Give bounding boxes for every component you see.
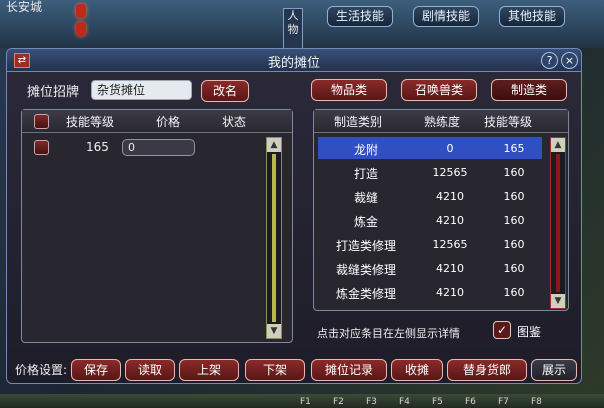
row-craft-category: 龙附 xyxy=(353,143,378,157)
header-proficiency: 熟练度 xyxy=(424,115,461,129)
price-input[interactable]: 0 xyxy=(122,139,195,156)
row-checkbox[interactable] xyxy=(34,140,49,155)
skill-row[interactable]: 炼金类修理 4210 160 xyxy=(318,281,542,303)
window-titlebar[interactable]: ⇄ 我的摊位 ? × xyxy=(7,49,581,72)
row-craft-category: 炼金类修理 xyxy=(335,287,396,301)
city-name-label: 长安城 xyxy=(6,0,43,14)
my-stall-window: ⇄ 我的摊位 ? × 摊位招牌 杂货摊位 改名 物品类 召唤兽类 制造类 技能等… xyxy=(6,48,582,384)
row-skill-level: 160 xyxy=(503,214,525,227)
row-craft-category: 打造 xyxy=(353,167,378,181)
story-skills-button[interactable]: 剧情技能 xyxy=(413,6,480,27)
row-proficiency: 4210 xyxy=(436,262,464,275)
hotkey-label[interactable]: F7 xyxy=(498,397,509,407)
details-hint: 点击对应条目在左侧显示详情 xyxy=(317,327,460,340)
hotkey-label[interactable]: F4 xyxy=(399,397,410,407)
showcase-button[interactable]: 展示 xyxy=(531,359,577,381)
row-proficiency: 12565 xyxy=(432,166,468,179)
scroll-up-icon[interactable]: ▲ xyxy=(551,138,565,152)
scroll-track[interactable] xyxy=(272,154,276,322)
row-proficiency: 12565 xyxy=(432,238,468,251)
save-button[interactable]: 保存 xyxy=(71,359,121,381)
lantern-decoration xyxy=(76,4,86,18)
price-settings-label: 价格设置: xyxy=(15,363,68,377)
skill-row[interactable]: 龙附 0 165 xyxy=(318,137,542,159)
select-all-checkbox[interactable] xyxy=(34,114,49,129)
skill-row[interactable]: 打造类修理 12565 160 xyxy=(318,233,542,255)
stall-sign-label: 摊位招牌 xyxy=(27,85,80,100)
row-craft-category: 裁缝 xyxy=(353,191,378,205)
row-proficiency: 4210 xyxy=(436,214,464,227)
skill-row[interactable]: 裁缝 4210 160 xyxy=(318,185,542,207)
row-skill-level: 160 xyxy=(503,286,525,299)
lantern-decoration xyxy=(76,22,86,36)
skills-header: 制造类别 熟练度 技能等级 xyxy=(314,110,568,133)
proxy-vendor-button[interactable]: 替身货郎 xyxy=(447,359,527,381)
row-proficiency: 4210 xyxy=(436,286,464,299)
hotkey-label[interactable]: F8 xyxy=(531,397,542,407)
header-skill-level: 技能等级 xyxy=(66,115,115,129)
row-proficiency: 0 xyxy=(446,142,454,155)
side-tab-character[interactable]: 人物 xyxy=(283,8,303,52)
scroll-up-icon[interactable]: ▲ xyxy=(267,138,281,152)
row-skill-level: 160 xyxy=(503,262,525,275)
other-skills-button[interactable]: 其他技能 xyxy=(499,6,566,27)
header-skill-level: 技能等级 xyxy=(484,115,533,129)
hotkey-label[interactable]: F1 xyxy=(300,397,311,407)
row-craft-category: 裁缝类修理 xyxy=(335,263,396,277)
tab-items[interactable]: 物品类 xyxy=(311,79,387,101)
row-skill-level: 165 xyxy=(86,140,109,154)
row-proficiency: 4210 xyxy=(436,190,464,203)
header-price: 价格 xyxy=(156,115,181,129)
row-skill-level: 160 xyxy=(503,238,525,251)
hotkey-label[interactable]: F5 xyxy=(432,397,443,407)
listing-header: 技能等级 价格 状态 xyxy=(22,110,292,133)
life-skills-button[interactable]: 生活技能 xyxy=(327,6,394,27)
list-item-button[interactable]: 上架 xyxy=(179,359,239,381)
stall-log-button[interactable]: 摊位记录 xyxy=(311,359,387,381)
header-status: 状态 xyxy=(222,115,247,129)
album-label: 图鉴 xyxy=(517,325,542,339)
header-craft-category: 制造类别 xyxy=(334,115,383,129)
load-button[interactable]: 读取 xyxy=(125,359,175,381)
tab-crafting[interactable]: 制造类 xyxy=(491,79,567,101)
skill-row[interactable]: 裁缝类修理 4210 160 xyxy=(318,257,542,279)
album-checkbox[interactable]: ✓ xyxy=(493,321,511,339)
row-skill-level: 165 xyxy=(503,142,525,155)
scroll-down-icon[interactable]: ▼ xyxy=(551,294,565,308)
row-skill-level: 160 xyxy=(503,166,525,179)
scroll-track[interactable] xyxy=(556,154,560,292)
stall-sign-field[interactable]: 杂货摊位 xyxy=(91,80,192,100)
delist-button[interactable]: 下架 xyxy=(245,359,305,381)
skill-row[interactable]: 打造 12565 160 xyxy=(318,161,542,183)
hotkey-label[interactable]: F3 xyxy=(366,397,377,407)
hotkey-label[interactable]: F2 xyxy=(333,397,344,407)
hotkey-label[interactable]: F6 xyxy=(465,397,476,407)
row-craft-category: 打造类修理 xyxy=(335,239,396,253)
close-stall-button[interactable]: 收摊 xyxy=(391,359,443,381)
skills-scrollbar[interactable]: ▲ ▼ xyxy=(550,137,566,309)
row-skill-level: 160 xyxy=(503,190,525,203)
window-title: 我的摊位 xyxy=(267,56,320,71)
rename-button[interactable]: 改名 xyxy=(201,80,249,102)
close-icon[interactable]: × xyxy=(561,52,578,69)
crafting-skills-panel: 制造类别 熟练度 技能等级 龙附 0 165 打造 12565 160 裁缝 4210 160 炼… xyxy=(313,109,569,311)
tab-summons[interactable]: 召唤兽类 xyxy=(401,79,477,101)
row-craft-category: 炼金 xyxy=(353,215,378,229)
scroll-down-icon[interactable]: ▼ xyxy=(267,324,281,338)
help-icon[interactable]: ? xyxy=(541,52,558,69)
skill-row[interactable]: 炼金 4210 160 xyxy=(318,209,542,231)
listing-scrollbar[interactable]: ▲ ▼ xyxy=(266,137,282,339)
